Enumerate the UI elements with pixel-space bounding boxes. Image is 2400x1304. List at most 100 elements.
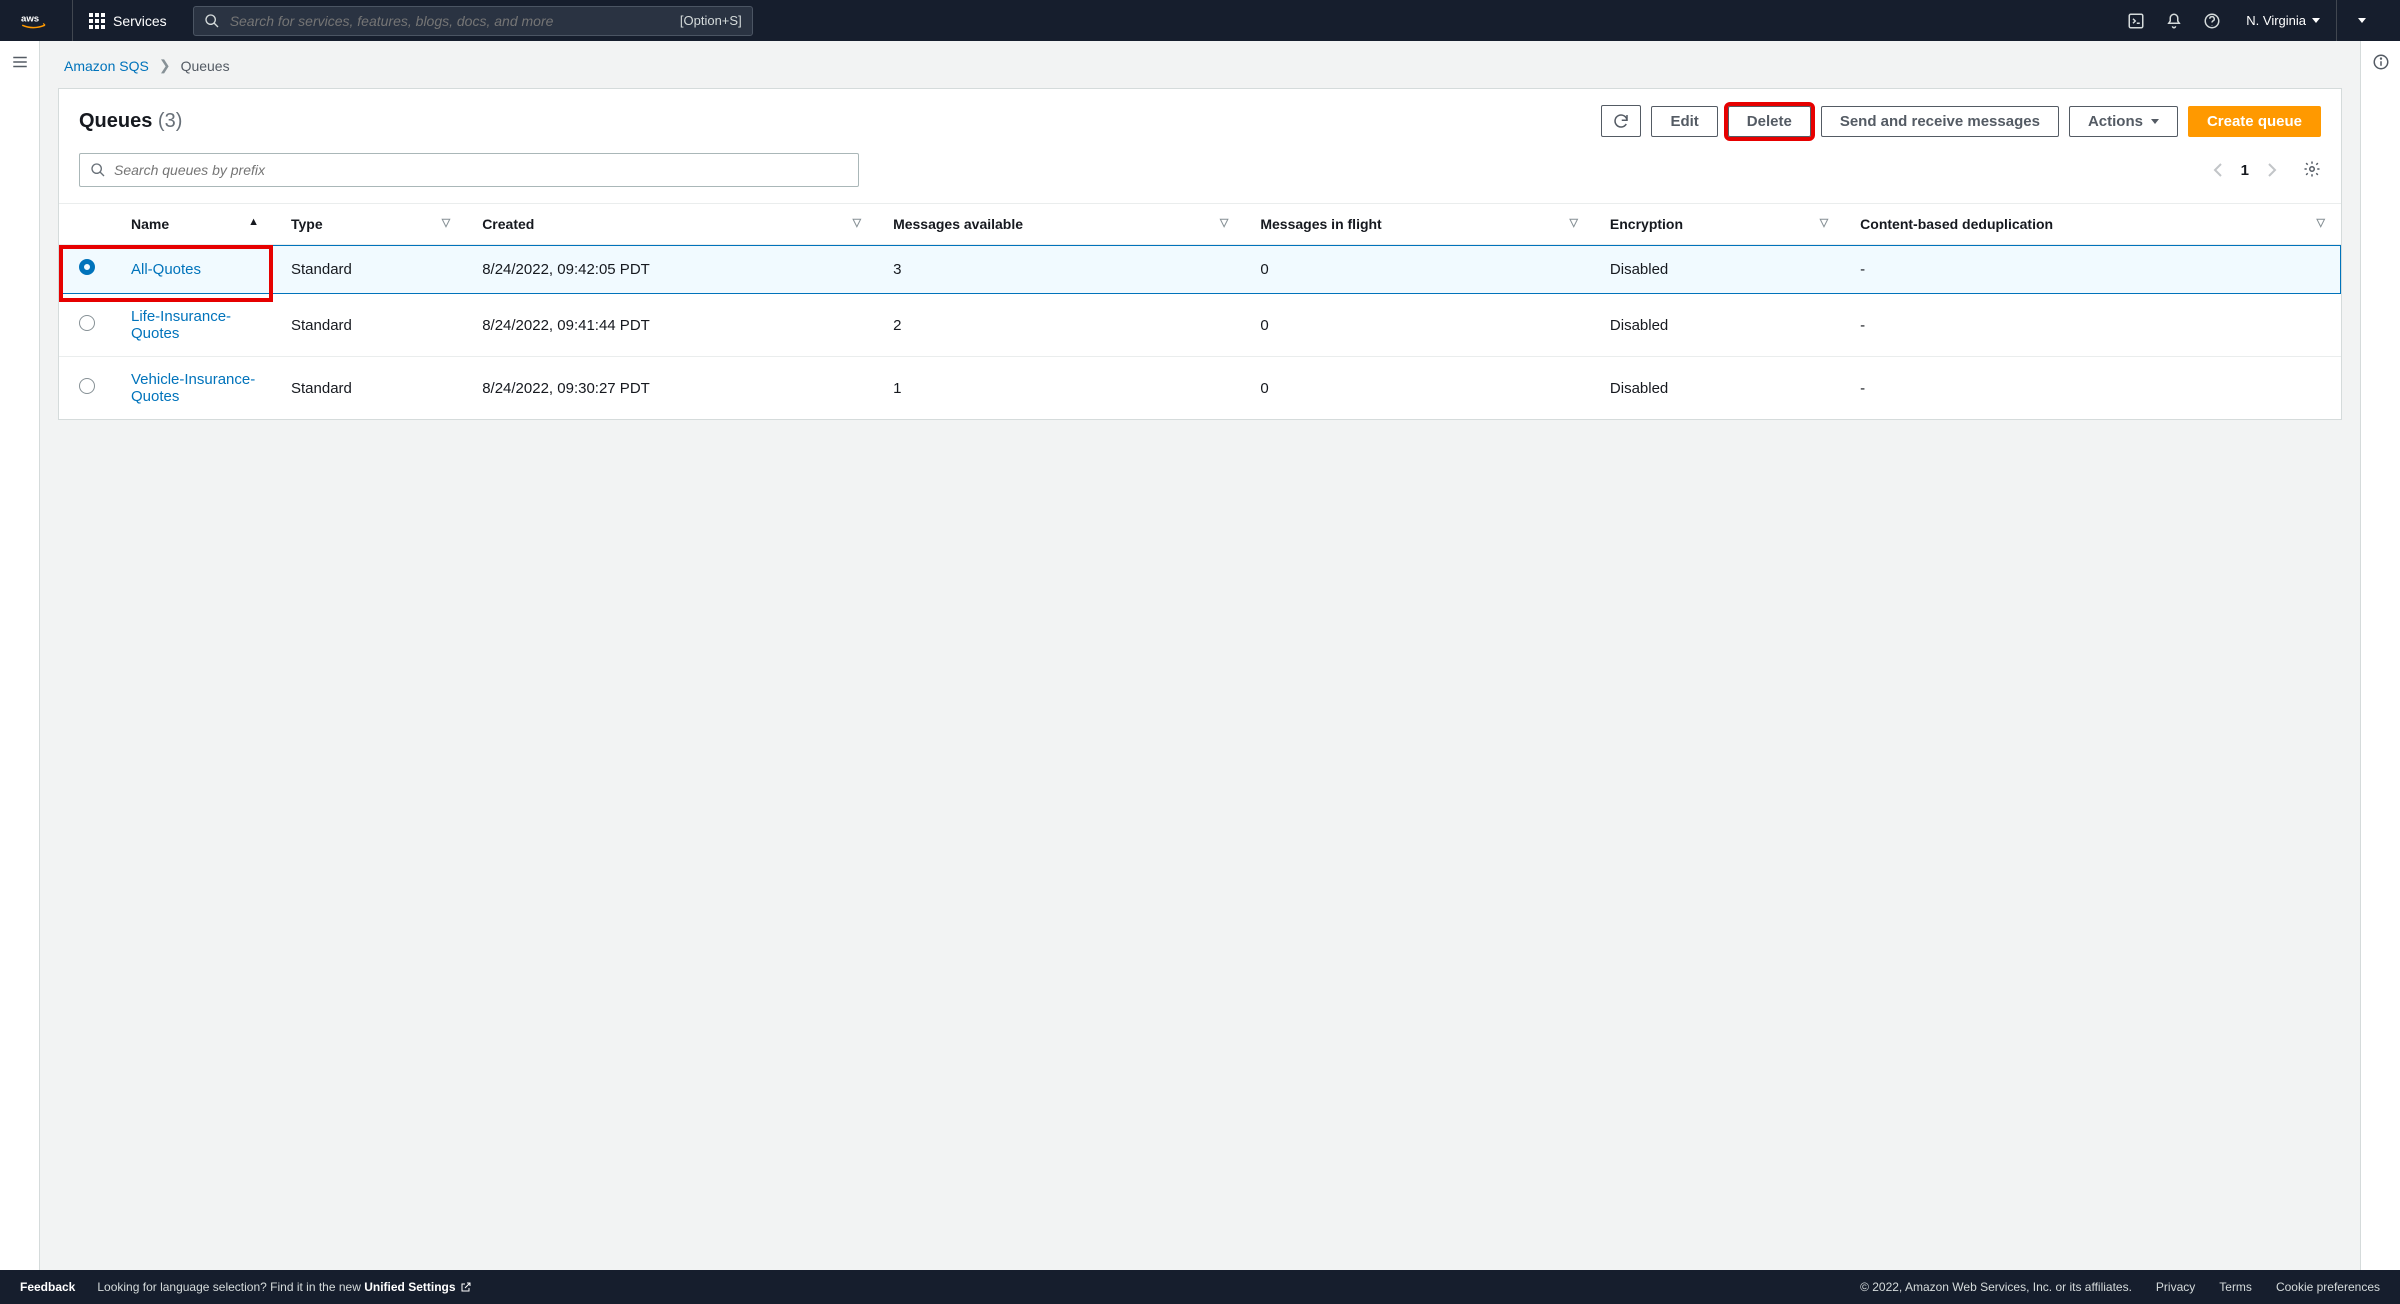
notifications-button[interactable] — [2154, 0, 2192, 41]
cell-in-flight: 0 — [1244, 294, 1594, 357]
cloudshell-icon — [2127, 12, 2145, 30]
row-radio[interactable] — [79, 378, 95, 394]
cell-in-flight: 0 — [1244, 357, 1594, 420]
queue-link[interactable]: Life-Insurance-Quotes — [131, 308, 231, 342]
cloudshell-button[interactable] — [2116, 0, 2154, 41]
table-row[interactable]: Life-Insurance-Quotes Standard 8/24/2022… — [59, 294, 2341, 357]
panel-title: Queues (3) — [79, 110, 182, 133]
col-content-dedup[interactable]: Content-based deduplication▽ — [1844, 204, 2341, 245]
breadcrumb: Amazon SQS ❯ Queues — [58, 41, 2342, 88]
chevron-right-icon — [2267, 163, 2277, 177]
caret-down-icon — [2151, 119, 2159, 124]
refresh-button[interactable] — [1601, 105, 1641, 137]
sort-icon: ▽ — [1569, 216, 1577, 229]
search-icon — [204, 13, 220, 29]
sort-icon: ▽ — [1220, 216, 1228, 229]
pager-prev[interactable] — [2207, 159, 2229, 181]
chevron-right-icon: ❯ — [159, 57, 171, 74]
table-row[interactable]: Vehicle-Insurance-Quotes Standard 8/24/2… — [59, 357, 2341, 420]
services-label: Services — [113, 13, 167, 29]
svg-text:aws: aws — [21, 13, 39, 24]
col-type[interactable]: Type▽ — [275, 204, 466, 245]
table-row[interactable]: All-Quotes Standard 8/24/2022, 09:42:05 … — [59, 245, 2341, 294]
edit-button[interactable]: Edit — [1651, 106, 1717, 137]
feedback-link[interactable]: Feedback — [20, 1280, 75, 1294]
breadcrumb-root[interactable]: Amazon SQS — [64, 58, 149, 74]
global-search[interactable]: [Option+S] — [193, 6, 753, 36]
hamburger-icon — [11, 53, 29, 71]
cell-dedup: - — [1844, 294, 2341, 357]
panel-actions: Edit Delete Send and receive messages Ac… — [1601, 105, 2321, 137]
left-rail — [0, 41, 40, 1270]
cookie-link[interactable]: Cookie preferences — [2276, 1280, 2380, 1294]
cell-type: Standard — [275, 245, 466, 294]
account-dropdown[interactable] — [2336, 0, 2386, 41]
cell-created: 8/24/2022, 09:41:44 PDT — [466, 294, 877, 357]
actions-dropdown-label: Actions — [2088, 113, 2143, 130]
cell-encryption: Disabled — [1594, 357, 1844, 420]
create-queue-button[interactable]: Create queue — [2188, 106, 2321, 137]
cell-encryption: Disabled — [1594, 294, 1844, 357]
col-created[interactable]: Created▽ — [466, 204, 877, 245]
open-nav-button[interactable] — [11, 53, 29, 1270]
col-messages-in-flight[interactable]: Messages in flight▽ — [1244, 204, 1594, 245]
help-button[interactable] — [2192, 0, 2230, 41]
info-panel-button[interactable] — [2372, 53, 2390, 1270]
search-icon — [90, 162, 106, 178]
row-radio[interactable] — [79, 315, 95, 331]
search-shortcut: [Option+S] — [680, 13, 742, 28]
queue-link[interactable]: All-Quotes — [131, 261, 201, 278]
gear-icon — [2303, 160, 2321, 178]
aws-logo[interactable]: aws — [14, 0, 73, 41]
cell-available: 3 — [877, 245, 1244, 294]
sort-icon: ▽ — [1820, 216, 1828, 229]
send-receive-button[interactable]: Send and receive messages — [1821, 106, 2059, 137]
right-rail — [2360, 41, 2400, 1270]
region-picker[interactable]: N. Virginia — [2230, 0, 2336, 41]
delete-button[interactable]: Delete — [1728, 106, 1811, 137]
col-name[interactable]: Name▲ — [115, 204, 275, 245]
queues-table: Name▲ Type▽ Created▽ Messages available▽… — [59, 203, 2341, 419]
table-settings-button[interactable] — [2303, 160, 2321, 181]
actions-dropdown[interactable]: Actions — [2069, 106, 2178, 137]
sort-icon: ▽ — [2316, 216, 2324, 229]
sort-icon: ▽ — [442, 216, 450, 229]
pager-current: 1 — [2241, 162, 2249, 179]
copyright: © 2022, Amazon Web Services, Inc. or its… — [1860, 1280, 2132, 1294]
cell-created: 8/24/2022, 09:30:27 PDT — [466, 357, 877, 420]
row-radio[interactable] — [79, 259, 95, 275]
filter-input-wrap[interactable] — [79, 153, 859, 187]
terms-link[interactable]: Terms — [2219, 1280, 2252, 1294]
cell-encryption: Disabled — [1594, 245, 1844, 294]
footer: Feedback Looking for language selection?… — [0, 1270, 2400, 1304]
col-encryption[interactable]: Encryption▽ — [1594, 204, 1844, 245]
cell-in-flight: 0 — [1244, 245, 1594, 294]
info-icon — [2372, 53, 2390, 71]
unified-settings-link[interactable]: Unified Settings — [364, 1280, 471, 1294]
filter-input[interactable] — [114, 162, 848, 178]
queue-link[interactable]: Vehicle-Insurance-Quotes — [131, 371, 255, 405]
main-content: Amazon SQS ❯ Queues Queues (3) Edit Dele… — [40, 41, 2360, 1270]
privacy-link[interactable]: Privacy — [2156, 1280, 2195, 1294]
caret-down-icon — [2312, 18, 2320, 23]
lang-hint: Looking for language selection? Find it … — [97, 1280, 471, 1294]
panel-title-text: Queues — [79, 110, 152, 132]
pager-next[interactable] — [2261, 159, 2283, 181]
external-link-icon — [460, 1281, 472, 1293]
cell-available: 2 — [877, 294, 1244, 357]
caret-down-icon — [2358, 18, 2366, 23]
sort-asc-icon: ▲ — [248, 216, 259, 228]
cell-dedup: - — [1844, 357, 2341, 420]
panel-title-count: (3) — [158, 110, 182, 132]
chevron-left-icon — [2213, 163, 2223, 177]
global-search-input[interactable] — [230, 13, 670, 29]
cell-created: 8/24/2022, 09:42:05 PDT — [466, 245, 877, 294]
services-button[interactable]: Services — [73, 0, 183, 41]
queues-panel: Queues (3) Edit Delete Send and receive … — [58, 88, 2342, 420]
table-header-row: Name▲ Type▽ Created▽ Messages available▽… — [59, 204, 2341, 245]
bell-icon — [2165, 12, 2183, 30]
filter-row: 1 — [59, 153, 2341, 203]
cell-available: 1 — [877, 357, 1244, 420]
sort-icon: ▽ — [853, 216, 861, 229]
col-messages-available[interactable]: Messages available▽ — [877, 204, 1244, 245]
